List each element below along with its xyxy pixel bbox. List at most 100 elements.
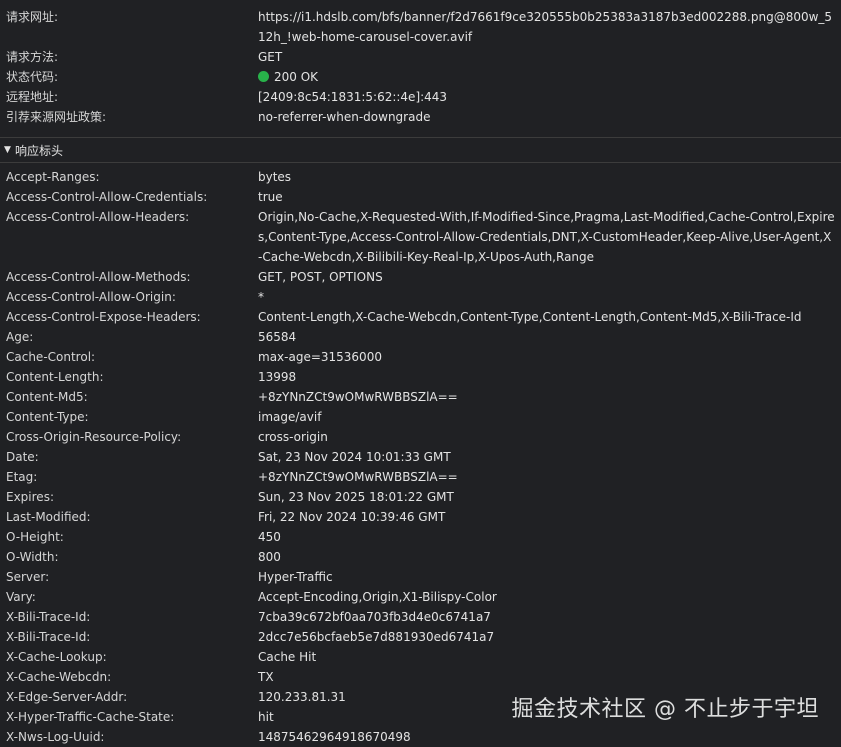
header-key: Content-Length: [6, 370, 104, 384]
header-value[interactable]: max-age=31536000 [258, 347, 841, 367]
general-row-referrer-policy: 引荐来源网址政策: no-referrer-when-downgrade [0, 107, 841, 127]
triangle-down-icon: ▼ [4, 145, 11, 155]
response-headers-toggle[interactable]: ▼ 响应标头 [0, 138, 841, 162]
header-value[interactable]: no-referrer-when-downgrade [258, 107, 841, 127]
header-value[interactable]: Fri, 22 Nov 2024 10:39:46 GMT [258, 507, 841, 527]
header-key: Content-Type: [6, 410, 89, 424]
header-key: Etag: [6, 470, 38, 484]
header-key: Access-Control-Allow-Credentials: [6, 190, 208, 204]
header-key: O-Width: [6, 550, 59, 564]
response-header-row: Access-Control-Allow-Methods: GET, POST, … [0, 267, 841, 287]
header-key: 引荐来源网址政策: [6, 110, 107, 124]
header-key: Access-Control-Allow-Methods: [6, 270, 191, 284]
general-row-remote-address: 远程地址: [2409:8c54:1831:5:62::4e]:443 [0, 87, 841, 107]
header-key: Access-Control-Allow-Headers: [6, 210, 190, 224]
header-value[interactable]: [2409:8c54:1831:5:62::4e]:443 [258, 87, 841, 107]
section-title: 响应标头 [15, 143, 64, 158]
response-header-row: X-Bili-Trace-Id: 7cba39c672bf0aa703fb3d4e… [0, 607, 841, 627]
header-key: Last-Modified: [6, 510, 91, 524]
header-key: Content-Md5: [6, 390, 88, 404]
header-value[interactable]: Sat, 23 Nov 2024 10:01:33 GMT [258, 447, 841, 467]
header-key: Accept-Ranges: [6, 170, 100, 184]
header-value[interactable]: bytes [258, 167, 841, 187]
header-key: Access-Control-Allow-Origin: [6, 290, 176, 304]
response-header-row: O-Height: 450 [0, 527, 841, 547]
response-header-row: X-Cache-Webcdn: TX [0, 667, 841, 687]
response-header-row: Access-Control-Allow-Headers: Origin,No-C… [0, 207, 841, 267]
general-row-request-url: 请求网址: https://i1.hdslb.com/bfs/banner/f2… [0, 7, 841, 47]
section-divider [0, 162, 841, 163]
header-key: Cross-Origin-Resource-Policy: [6, 430, 182, 444]
response-header-row: Cache-Control: max-age=31536000 [0, 347, 841, 367]
header-key: X-Cache-Lookup: [6, 650, 107, 664]
header-key: Date: [6, 450, 39, 464]
header-value[interactable]: TX [258, 667, 841, 687]
header-value[interactable]: 56584 [258, 327, 841, 347]
header-value[interactable]: 200 OK [258, 67, 841, 87]
response-header-row: Access-Control-Allow-Origin: * [0, 287, 841, 307]
header-value[interactable]: 13998 [258, 367, 841, 387]
header-value[interactable]: 2dcc7e56bcfaeb5e7d881930ed6741a7 [258, 627, 841, 647]
header-value[interactable]: cross-origin [258, 427, 841, 447]
response-header-row: Vary: Accept-Encoding,Origin,X1-Bilispy-C… [0, 587, 841, 607]
status-text: 200 OK [274, 70, 319, 84]
header-value[interactable]: +8zYNnZCt9wOMwRWBBSZlA== [258, 467, 841, 487]
watermark: 掘金技术社区 @ 不止步于宇坦 [511, 697, 819, 722]
response-header-row: Expires: Sun, 23 Nov 2025 18:01:22 GMT [0, 487, 841, 507]
header-value[interactable]: * [258, 287, 841, 307]
response-header-row: O-Width: 800 [0, 547, 841, 567]
header-key: Server: [6, 570, 50, 584]
header-value[interactable]: 7cba39c672bf0aa703fb3d4e0c6741a7 [258, 607, 841, 627]
header-value[interactable]: GET, POST, OPTIONS [258, 267, 841, 287]
response-header-row: X-Cache-Lookup: Cache Hit [0, 647, 841, 667]
response-header-row: Content-Type: image/avif [0, 407, 841, 427]
header-key: X-Edge-Server-Addr: [6, 690, 128, 704]
header-key: Cache-Control: [6, 350, 96, 364]
header-key: Access-Control-Expose-Headers: [6, 310, 201, 324]
header-key: O-Height: [6, 530, 64, 544]
response-header-row: Server: Hyper-Traffic [0, 567, 841, 587]
response-header-row: Access-Control-Expose-Headers: Content-Le… [0, 307, 841, 327]
header-value[interactable]: Origin,No-Cache,X-Requested-With,If-Modi… [258, 207, 841, 267]
header-key: Expires: [6, 490, 54, 504]
general-row-request-method: 请求方法: GET [0, 47, 841, 67]
header-key: 远程地址: [6, 90, 59, 104]
header-value[interactable]: 14875462964918670498 [258, 727, 841, 747]
header-value[interactable]: Accept-Encoding,Origin,X1-Bilispy-Color [258, 587, 841, 607]
response-header-row: Last-Modified: Fri, 22 Nov 2024 10:39:46 … [0, 507, 841, 527]
response-header-row: Date: Sat, 23 Nov 2024 10:01:33 GMT [0, 447, 841, 467]
status-ok-icon [258, 71, 269, 82]
general-row-status-code: 状态代码: 200 OK [0, 67, 841, 87]
header-key: X-Cache-Webcdn: [6, 670, 112, 684]
header-value[interactable]: GET [258, 47, 841, 67]
response-header-row: Accept-Ranges: bytes [0, 167, 841, 187]
header-value[interactable]: Cache Hit [258, 647, 841, 667]
header-value[interactable]: Content-Length,X-Cache-Webcdn,Content-Ty… [258, 307, 841, 327]
response-header-row: Cross-Origin-Resource-Policy: cross-origi… [0, 427, 841, 447]
header-value[interactable]: image/avif [258, 407, 841, 427]
header-key: Age: [6, 330, 34, 344]
response-header-row: Content-Md5: +8zYNnZCt9wOMwRWBBSZlA== [0, 387, 841, 407]
header-key: X-Nws-Log-Uuid: [6, 730, 105, 744]
response-header-row: Access-Control-Allow-Credentials: true [0, 187, 841, 207]
header-value[interactable]: 450 [258, 527, 841, 547]
header-value[interactable]: https://i1.hdslb.com/bfs/banner/f2d7661f… [258, 7, 841, 47]
header-key: Vary: [6, 590, 36, 604]
response-header-row: X-Bili-Trace-Id: 2dcc7e56bcfaeb5e7d881930… [0, 627, 841, 647]
header-value[interactable]: true [258, 187, 841, 207]
response-header-row: Age: 56584 [0, 327, 841, 347]
header-key: X-Hyper-Traffic-Cache-State: [6, 710, 175, 724]
response-header-row: Etag: +8zYNnZCt9wOMwRWBBSZlA== [0, 467, 841, 487]
header-key: 请求方法: [6, 50, 59, 64]
headers-panel: 请求网址: https://i1.hdslb.com/bfs/banner/f2… [0, 0, 841, 745]
header-value[interactable]: +8zYNnZCt9wOMwRWBBSZlA== [258, 387, 841, 407]
response-headers-list: Accept-Ranges: bytes Access-Control-Allow-… [0, 167, 841, 747]
header-value[interactable]: Hyper-Traffic [258, 567, 841, 587]
header-key: X-Bili-Trace-Id: [6, 610, 91, 624]
response-header-row: X-Nws-Log-Uuid: 14875462964918670498 [0, 727, 841, 747]
header-key: 请求网址: [6, 10, 59, 24]
header-value[interactable]: Sun, 23 Nov 2025 18:01:22 GMT [258, 487, 841, 507]
response-header-row: Content-Length: 13998 [0, 367, 841, 387]
header-value[interactable]: 800 [258, 547, 841, 567]
header-key: 状态代码: [6, 70, 59, 84]
